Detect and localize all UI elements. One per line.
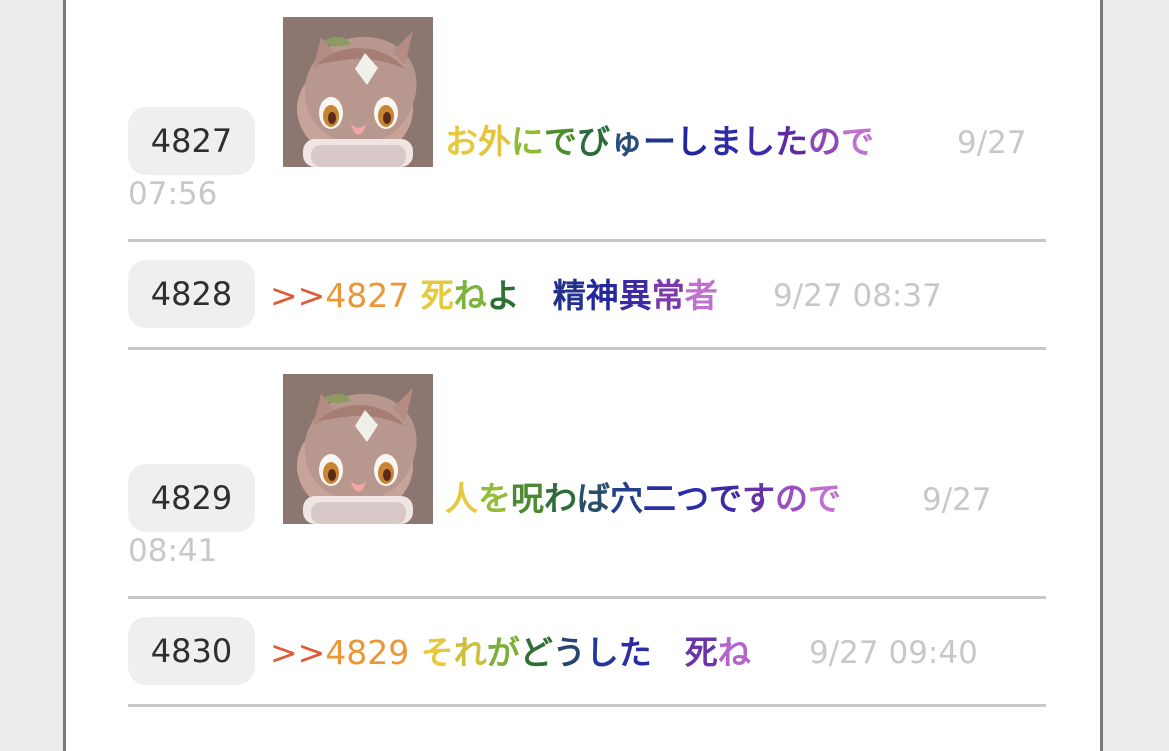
message-text-char: の — [808, 122, 841, 161]
message-text-char: ま — [709, 122, 742, 161]
message-text-char: す — [742, 479, 775, 518]
message-text-char: 死 — [684, 633, 718, 672]
post-message: >>4827 死ねよ 精神異常者 — [270, 276, 718, 316]
post-divider — [128, 704, 1046, 707]
post-number-badge[interactable]: 4827 — [128, 107, 255, 175]
post-4828: 4828 >>4827 死ねよ 精神異常者 9/27 08:37 — [128, 260, 1046, 330]
message-text-char: で — [808, 479, 841, 518]
message-text-char: が — [486, 633, 520, 672]
message-text-char: 常 — [651, 276, 685, 315]
message-text-char: た — [775, 122, 808, 161]
thread-panel: 4827 お外にでびゅーしましたので 9/27 07:56 4828 >>482… — [63, 0, 1103, 751]
avatar-image[interactable] — [283, 17, 433, 167]
reply-link[interactable]: 4827 — [325, 276, 409, 315]
reply-link[interactable]: 4829 — [325, 633, 409, 672]
post-divider — [128, 239, 1046, 242]
message-text-char: わ — [544, 479, 577, 518]
message-text-char: れ — [453, 633, 487, 672]
avatar-image[interactable] — [283, 374, 433, 524]
message-text-char: お — [445, 122, 478, 161]
message-text-char: で — [841, 122, 874, 161]
message-text-char: つ — [676, 479, 709, 518]
post-4830: 4830 >>4829 それがどうした 死ね 9/27 09:40 — [128, 617, 1046, 687]
message-text-char: ば — [577, 479, 610, 518]
post-divider — [128, 596, 1046, 599]
message-text-char: 異 — [618, 276, 652, 315]
post-divider — [128, 347, 1046, 350]
message-text-char: し — [585, 633, 619, 672]
post-message: 人を呪わば穴二つですので — [445, 479, 841, 519]
post-number-badge[interactable]: 4828 — [128, 260, 255, 328]
message-text-char: で — [544, 122, 577, 161]
post-timestamp: 9/27 — [922, 482, 992, 518]
message-text-char: 人 — [445, 479, 478, 518]
message-text-char: う — [552, 633, 586, 672]
message-text-char: び — [577, 122, 610, 161]
post-message: お外にでびゅーしましたので — [445, 122, 874, 162]
post-number-badge[interactable]: 4830 — [128, 617, 255, 685]
message-text-char: を — [478, 479, 511, 518]
message-text-char: た — [618, 633, 652, 672]
message-text-char: し — [742, 122, 775, 161]
message-text-char: に — [511, 122, 544, 161]
post-timestamp: 9/27 — [957, 125, 1027, 161]
message-text-char: 二 — [643, 479, 676, 518]
reply-arrow[interactable]: >> — [270, 276, 325, 315]
message-text-char: 者 — [684, 276, 718, 315]
message-text-char — [520, 276, 553, 315]
message-text-char: ね — [717, 633, 751, 672]
message-text-char: ど — [519, 633, 553, 672]
post-4829: 4829 人を呪わば穴二つですので 9/27 08:41 — [128, 374, 1046, 569]
message-text-char: 外 — [478, 122, 511, 161]
reply-arrow[interactable]: >> — [270, 633, 325, 672]
message-text-char: 穴 — [610, 479, 643, 518]
post-timestamp-continued: 08:41 — [128, 533, 218, 569]
message-text-char: で — [709, 479, 742, 518]
message-text-char: ね — [453, 276, 487, 315]
message-text-char: 呪 — [511, 479, 544, 518]
post-timestamp: 9/27 08:37 — [773, 278, 942, 314]
message-text-char: し — [676, 122, 709, 161]
post-4827: 4827 お外にでびゅーしましたので 9/27 07:56 — [128, 17, 1046, 212]
post-number-badge[interactable]: 4829 — [128, 464, 255, 532]
message-text-char: 精 — [552, 276, 586, 315]
message-text-char — [652, 633, 685, 672]
post-message: >>4829 それがどうした 死ね — [270, 633, 751, 673]
message-text-char: そ — [420, 633, 454, 672]
message-text-char: の — [775, 479, 808, 518]
message-text-char: ゅ — [610, 122, 643, 161]
message-text-char: よ — [486, 276, 520, 315]
message-text-char: 神 — [585, 276, 619, 315]
message-text-char: 死 — [420, 276, 454, 315]
message-text-char: ー — [643, 122, 676, 161]
post-timestamp: 9/27 09:40 — [809, 635, 978, 671]
post-timestamp-continued: 07:56 — [128, 176, 218, 212]
